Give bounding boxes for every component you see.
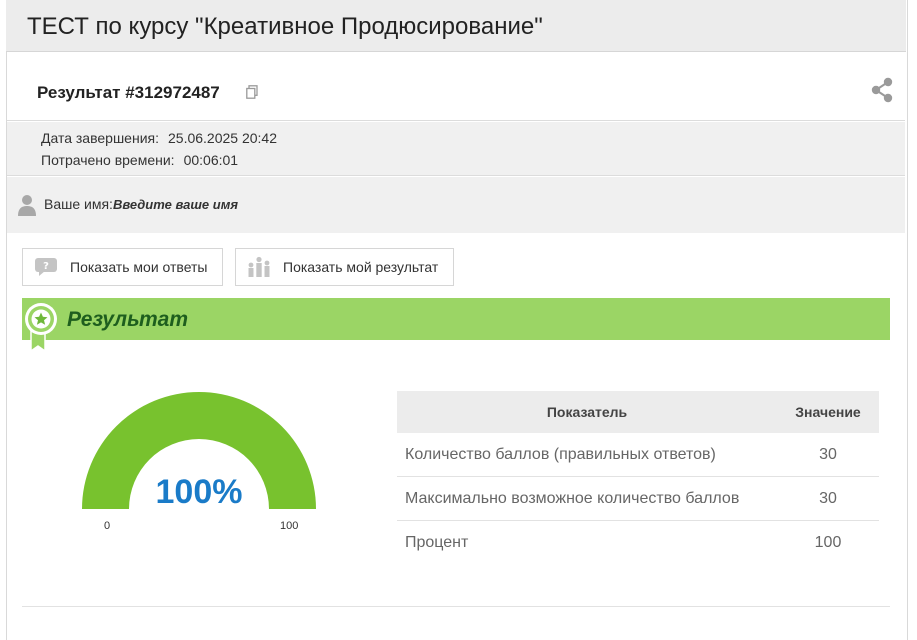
svg-text:?: ? bbox=[43, 261, 49, 272]
gauge-min-label: 0 bbox=[104, 520, 111, 532]
show-answers-button[interactable]: ? Показать мои ответы bbox=[22, 248, 223, 286]
row-indicator: Процент bbox=[405, 533, 469, 551]
result-section-bar: Результат bbox=[22, 298, 890, 340]
table-header-row: Показатель Значение bbox=[397, 391, 879, 433]
show-result-label: Показать мой результат bbox=[283, 259, 439, 275]
people-chart-icon bbox=[247, 256, 271, 278]
bottom-divider bbox=[22, 606, 890, 607]
gauge-max-label: 100 bbox=[280, 520, 299, 532]
gauge-value: 100% bbox=[155, 473, 243, 511]
column-header-indicator: Показатель bbox=[397, 391, 777, 433]
result-section-title: Результат bbox=[67, 308, 189, 331]
award-badge-icon bbox=[25, 302, 59, 357]
result-header: Результат #312972487 bbox=[7, 53, 905, 121]
share-icon[interactable] bbox=[870, 77, 894, 108]
copy-icon[interactable] bbox=[246, 85, 258, 104]
table-row: Количество баллов (правильных ответов) 3… bbox=[397, 433, 879, 477]
row-indicator: Количество баллов (правильных ответов) bbox=[397, 433, 777, 477]
table-row: Максимально возможное количество баллов … bbox=[397, 476, 879, 521]
time-spent-value: 00:06:01 bbox=[183, 152, 239, 168]
time-spent-label: Потрачено времени: bbox=[41, 152, 175, 168]
show-answers-label: Показать мои ответы bbox=[70, 259, 208, 275]
title-bar: ТЕСТ по курсу "Креативное Продюсирование… bbox=[6, 0, 906, 52]
completion-date-label: Дата завершения: bbox=[41, 130, 159, 146]
row-value: 30 bbox=[777, 476, 879, 521]
row-value: 100 bbox=[814, 533, 842, 551]
table-row: Процент 100 bbox=[397, 521, 879, 565]
completion-date-row: Дата завершения: 25.06.2025 20:42 bbox=[41, 130, 277, 146]
meta-section: Дата завершения: 25.06.2025 20:42 Потраче… bbox=[7, 122, 905, 176]
completion-date-value: 25.06.2025 20:42 bbox=[168, 130, 277, 146]
result-title: Результат #312972487 bbox=[37, 83, 220, 102]
time-spent-row: Потрачено времени: 00:06:01 bbox=[41, 152, 238, 168]
column-header-value: Значение bbox=[777, 391, 879, 433]
name-section: Ваше имя:Введите ваше имя bbox=[7, 177, 905, 233]
show-result-button[interactable]: Показать мой результат bbox=[235, 248, 454, 286]
name-input[interactable]: Введите ваше имя bbox=[113, 197, 238, 212]
name-field[interactable]: Ваше имя:Введите ваше имя bbox=[44, 196, 238, 212]
name-label: Ваше имя: bbox=[44, 196, 113, 212]
row-value: 30 bbox=[777, 433, 879, 477]
page-title: ТЕСТ по курсу "Креативное Продюсирование… bbox=[27, 13, 543, 40]
question-bubble-icon: ? bbox=[34, 257, 58, 277]
row-indicator: Максимально возможное количество баллов bbox=[397, 476, 777, 521]
user-icon bbox=[18, 194, 36, 219]
results-table: Показатель Значение Количество баллов (п… bbox=[397, 391, 879, 564]
